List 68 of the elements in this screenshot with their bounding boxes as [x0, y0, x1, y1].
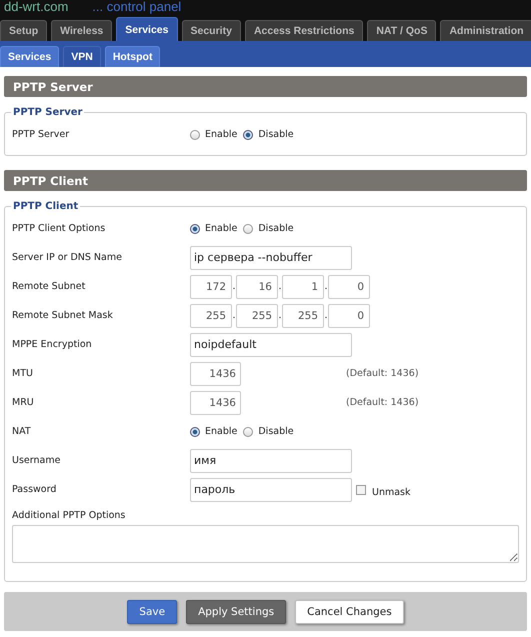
action-button[interactable]: Save: [127, 600, 178, 624]
octet-field[interactable]: 255: [190, 304, 232, 328]
text-field[interactable]: ip сервера --nobuffer: [190, 246, 352, 270]
radio-button[interactable]: [243, 224, 254, 234]
radio-button[interactable]: [243, 130, 254, 140]
tagline: ... control panel: [92, 0, 182, 14]
octet-field[interactable]: 172: [190, 274, 232, 298]
radio-label: Disable: [258, 129, 294, 140]
group-legend: PPTP Client: [11, 201, 80, 212]
octet-field[interactable]: 1: [282, 274, 324, 298]
nav-tab[interactable]: Wireless: [51, 20, 112, 41]
radio-button[interactable]: [190, 224, 200, 234]
radio-label: Enable: [205, 223, 238, 234]
radio-label: Enable: [205, 426, 238, 437]
radio-label: Disable: [258, 426, 294, 437]
octet-field[interactable]: 255: [282, 304, 324, 328]
nav-tab[interactable]: Administration: [440, 20, 531, 41]
field-label: MPPE Encryption: [12, 339, 93, 350]
options-textarea[interactable]: [12, 525, 519, 563]
radio-button[interactable]: [190, 426, 200, 436]
dot-separator: .: [278, 310, 282, 321]
field-label: Username: [12, 455, 62, 466]
number-field[interactable]: 1436: [190, 362, 241, 386]
checkbox[interactable]: [356, 484, 366, 494]
field-label: PPTP Client Options: [12, 223, 106, 234]
octet-field[interactable]: 0: [328, 304, 370, 328]
section-header: PPTP Client: [4, 170, 527, 191]
sub-tab[interactable]: Services: [0, 46, 60, 67]
nav-tab[interactable]: Access Restrictions: [244, 20, 364, 41]
section-header: PPTP Server: [4, 76, 527, 97]
radio-label: Enable: [205, 129, 238, 140]
action-button[interactable]: Apply Settings: [186, 600, 286, 624]
radio-label: Disable: [258, 223, 294, 234]
octet-field[interactable]: 255: [236, 304, 278, 328]
radio-button[interactable]: [243, 426, 254, 436]
default-note: (Default: 1436): [346, 397, 419, 408]
dot-separator: .: [324, 310, 328, 321]
sub-tab[interactable]: VPN: [63, 46, 101, 67]
field-label: Remote Subnet Mask: [12, 310, 114, 321]
field-label: MRU: [12, 397, 35, 408]
octet-field[interactable]: 16: [236, 274, 278, 298]
dot-separator: .: [232, 310, 236, 321]
field-label: Server IP or DNS Name: [12, 252, 123, 263]
nav-tab[interactable]: NAT / QoS: [367, 20, 436, 41]
octet-field[interactable]: 0: [328, 274, 370, 298]
field-label: MTU: [12, 368, 34, 379]
group-legend: PPTP Server: [11, 107, 84, 118]
field-label: Remote Subnet: [12, 281, 86, 292]
dot-separator: .: [324, 281, 328, 292]
text-field[interactable]: имя: [190, 448, 352, 472]
nav-tab[interactable]: Security: [182, 20, 241, 41]
logo-text: dd-wrt.com: [4, 0, 68, 14]
checkbox-label: Unmask: [372, 487, 411, 498]
nav-tab[interactable]: Services: [116, 17, 178, 41]
password-field[interactable]: пароль: [190, 478, 352, 502]
field-label: NAT: [12, 426, 32, 437]
default-note: (Default: 1436): [346, 368, 419, 379]
action-button[interactable]: Cancel Changes: [295, 600, 404, 624]
nav-tab[interactable]: Setup: [0, 20, 48, 41]
field-label: PPTP Server: [12, 129, 70, 140]
field-label: Password: [12, 484, 58, 495]
number-field[interactable]: 1436: [190, 390, 241, 414]
dot-separator: .: [278, 281, 282, 292]
dot-separator: .: [232, 281, 236, 292]
sub-tab[interactable]: Hotspot: [104, 46, 160, 67]
radio-button[interactable]: [190, 130, 200, 140]
text-field[interactable]: noipdefault: [190, 332, 352, 356]
field-label: Additional PPTP Options: [12, 510, 126, 521]
